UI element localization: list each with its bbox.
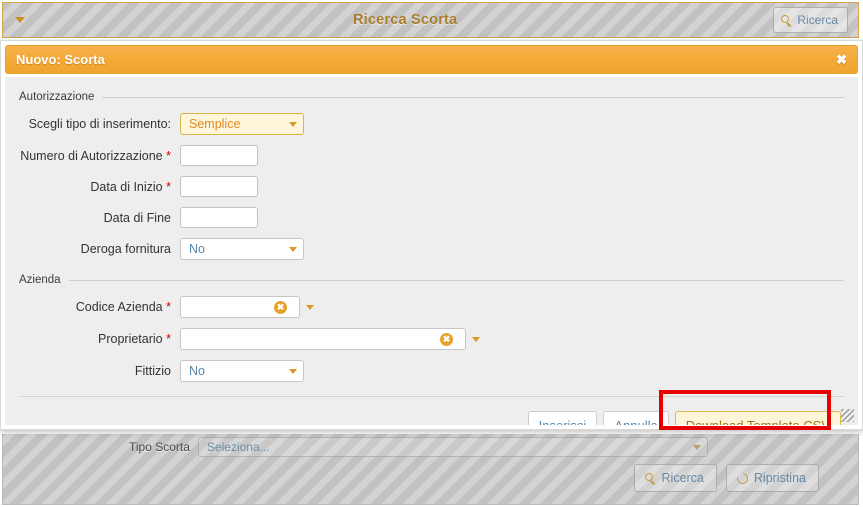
chevron-down-icon[interactable]	[472, 336, 480, 342]
tipo-scorta-label: Tipo Scorta	[129, 440, 190, 454]
label-proprietario: Proprietario *	[5, 332, 180, 346]
label-numero-autorizzazione: Numero di Autorizzazione *	[5, 149, 180, 163]
field-row-data-inizio: Data di Inizio *	[5, 176, 858, 197]
input-data-fine[interactable]	[180, 207, 258, 228]
tipo-scorta-select[interactable]: Seleziona...	[197, 437, 708, 457]
group-legend-label: Autorizzazione	[19, 91, 95, 103]
required-marker: *	[166, 148, 171, 163]
chevron-down-icon	[692, 444, 701, 450]
dialog-resize-grip[interactable]	[841, 409, 854, 422]
triangle-down-icon	[15, 17, 25, 23]
page-title: Ricerca Scorta	[352, 12, 458, 28]
field-row-deroga-fornitura: Deroga fornitura No	[5, 238, 858, 260]
group-legend-label: Azienda	[19, 274, 61, 286]
chevron-down-icon	[289, 121, 297, 127]
field-row-data-fine: Data di Fine	[5, 207, 858, 228]
field-row-tipo-inserimento: Scegli tipo di inserimento: Semplice	[5, 113, 858, 135]
select-fittizio[interactable]: No	[180, 360, 304, 382]
footer-divider	[19, 396, 844, 397]
search-icon	[781, 14, 792, 26]
field-row-proprietario: Proprietario * ✖	[5, 328, 858, 350]
nuovo-scorta-dialog: Nuovo: Scorta ✖ Autorizzazione Scegli ti…	[0, 40, 863, 430]
annulla-button[interactable]: Annulla	[603, 411, 669, 425]
label-fittizio: Fittizio	[134, 364, 171, 378]
dialog-titlebar[interactable]: Nuovo: Scorta ✖	[5, 45, 858, 74]
legend-divider	[102, 96, 844, 98]
label-tipo-inserimento: Scegli tipo di inserimento:	[28, 117, 171, 131]
select-tipo-inserimento-value: Semplice	[189, 117, 241, 131]
select-deroga-fornitura-value: No	[189, 242, 205, 256]
clear-circle-icon[interactable]: ✖	[440, 332, 453, 346]
label-data-fine: Data di Fine	[103, 210, 171, 225]
group-azienda: Azienda Codice Azienda * ✖ Proprietario …	[5, 274, 858, 382]
label-numero-autorizzazione-text: Numero di Autorizzazione	[20, 148, 163, 163]
label-codice-azienda-text: Codice Azienda	[75, 300, 163, 314]
tipo-scorta-row: Tipo Scorta Seleziona...	[129, 437, 708, 457]
field-row-numero-autorizzazione: Numero di Autorizzazione *	[5, 145, 858, 166]
chevron-down-icon	[289, 368, 297, 374]
required-marker: *	[166, 179, 171, 194]
header-ricerca-button[interactable]: Ricerca	[773, 7, 848, 33]
header-ricerca-label: Ricerca	[797, 13, 838, 27]
group-legend-autorizzazione: Autorizzazione	[5, 91, 858, 103]
panel-ricerca-label: Ricerca	[661, 471, 704, 485]
header-collapse-toggle[interactable]	[3, 3, 37, 37]
clear-circle-icon[interactable]: ✖	[274, 300, 287, 314]
input-numero-autorizzazione[interactable]	[180, 145, 258, 166]
select-tipo-inserimento[interactable]: Semplice	[180, 113, 304, 135]
group-autorizzazione: Autorizzazione Scegli tipo di inseriment…	[5, 91, 858, 260]
inserisci-button[interactable]: Inserisci	[527, 411, 598, 425]
required-marker: *	[166, 332, 171, 346]
select-fittizio-value: No	[189, 364, 205, 378]
required-marker: *	[166, 300, 171, 314]
refresh-icon	[734, 470, 751, 486]
close-icon[interactable]: ✖	[836, 52, 847, 68]
label-data-inizio: Data di Inizio *	[5, 180, 180, 194]
chevron-down-icon[interactable]	[306, 304, 314, 310]
select-deroga-fornitura[interactable]: No	[180, 238, 304, 260]
combo-codice-azienda[interactable]: ✖	[180, 296, 300, 318]
label-proprietario-text: Proprietario	[98, 332, 163, 346]
label-deroga-fornitura: Deroga fornitura	[80, 242, 171, 256]
label-codice-azienda: Codice Azienda *	[5, 300, 180, 314]
panel-ripristina-button[interactable]: Ripristina	[725, 464, 819, 492]
panel-ripristina-label: Ripristina	[753, 471, 806, 485]
search-icon	[644, 472, 656, 484]
download-template-csv-button[interactable]: Download Template CSV	[674, 411, 841, 425]
label-data-inizio-text: Data di Inizio	[90, 179, 163, 194]
dialog-actions: Inserisci Annulla Download Template CSV	[5, 411, 858, 425]
app-header: Ricerca Scorta Ricerca	[2, 2, 859, 38]
combo-proprietario[interactable]: ✖	[180, 328, 466, 350]
field-row-codice-azienda: Codice Azienda * ✖	[5, 296, 858, 318]
dialog-body: Autorizzazione Scegli tipo di inseriment…	[5, 77, 858, 425]
search-panel-actions: Ricerca Ripristina	[633, 464, 819, 492]
field-row-fittizio: Fittizio No	[5, 360, 858, 382]
group-legend-azienda: Azienda	[5, 274, 858, 286]
legend-divider	[68, 279, 844, 281]
chevron-down-icon	[289, 246, 297, 252]
dialog-title: Nuovo: Scorta	[16, 52, 105, 67]
input-data-inizio[interactable]	[180, 176, 258, 197]
panel-ricerca-button[interactable]: Ricerca	[633, 464, 717, 492]
tipo-scorta-value: Seleziona...	[206, 440, 270, 454]
search-panel: Tipo Scorta Seleziona... Ricerca Riprist…	[2, 434, 859, 505]
